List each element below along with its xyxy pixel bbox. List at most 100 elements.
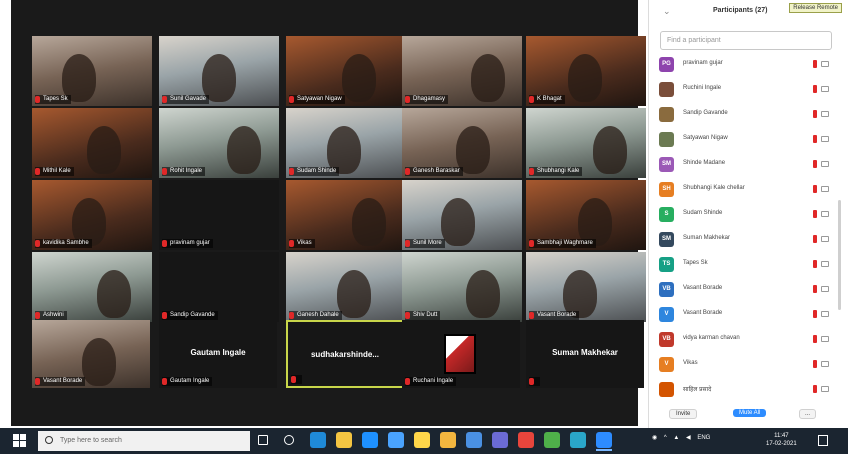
video-tile[interactable]: Sambhaji Waghmare	[526, 180, 646, 250]
muted-mic-icon[interactable]	[813, 385, 817, 393]
collapse-chevron-icon[interactable]: ⌄	[663, 6, 671, 17]
video-tile[interactable]: Mithil Kale	[32, 108, 152, 178]
muted-mic-icon[interactable]	[813, 160, 817, 168]
video-camera-icon[interactable]	[821, 286, 829, 292]
participant-row[interactable]: Satyawan Nigaw	[657, 129, 837, 154]
video-tile[interactable]: Sunil Gavade	[159, 36, 279, 106]
muted-mic-icon[interactable]	[813, 285, 817, 293]
muted-mic-icon[interactable]	[813, 60, 817, 68]
video-tile[interactable]: Vasant Borade	[32, 320, 150, 388]
folder-icon[interactable]	[440, 432, 456, 448]
participant-row[interactable]: V Vikas	[657, 354, 837, 379]
participant-row[interactable]: SH Shubhangi Kale chellar	[657, 179, 837, 204]
video-camera-icon[interactable]	[821, 186, 829, 192]
app-icon[interactable]	[544, 432, 560, 448]
language-indicator[interactable]: ENG	[697, 435, 710, 441]
participant-row[interactable]: साहिल प्रसादे	[657, 379, 837, 404]
muted-mic-icon[interactable]	[813, 335, 817, 343]
notification-center-icon[interactable]	[818, 435, 828, 446]
video-camera-icon[interactable]	[821, 136, 829, 142]
video-camera-icon[interactable]	[821, 86, 829, 92]
video-tile[interactable]: kavidika Sambhe	[32, 180, 152, 250]
video-tile[interactable]: Vasant Borade	[526, 252, 646, 322]
video-tile[interactable]: Ashwini	[32, 252, 152, 322]
video-tile[interactable]: Ganesh Dahale	[286, 252, 406, 322]
video-tile[interactable]: Rohit Ingale	[159, 108, 279, 178]
video-tile[interactable]: Ruchani Ingale	[402, 320, 520, 388]
video-camera-icon[interactable]	[821, 236, 829, 242]
photos-icon[interactable]	[466, 432, 482, 448]
video-tile[interactable]: Tapes Sk	[32, 36, 152, 106]
participant-row[interactable]: Ruchini Ingale	[657, 79, 837, 104]
release-remote-button[interactable]: Release Remote	[789, 3, 842, 13]
teams-icon[interactable]	[492, 432, 508, 448]
task-view-icon[interactable]	[258, 435, 268, 445]
participant-row[interactable]: V Vasant Borade	[657, 304, 837, 329]
tray-chevron-icon[interactable]: ^	[664, 435, 667, 441]
taskbar-clock[interactable]: 11:47 17-02-2021	[766, 432, 797, 448]
chrome-icon[interactable]	[518, 432, 534, 448]
video-camera-icon[interactable]	[821, 211, 829, 217]
tile-name-label: Sambhaji Waghmare	[529, 239, 596, 248]
file-explorer-icon[interactable]	[336, 432, 352, 448]
video-tile[interactable]: Sandip Gavande	[159, 252, 279, 322]
muted-mic-icon[interactable]	[813, 135, 817, 143]
video-tile[interactable]: Gautam Ingale Gautam Ingale	[159, 320, 277, 388]
zoom-icon[interactable]	[596, 432, 612, 448]
video-tile[interactable]: Shiv Dutt	[402, 252, 522, 322]
volume-icon[interactable]: ◀	[686, 435, 691, 441]
participant-row[interactable]: SM Shinde Madane	[657, 154, 837, 179]
video-camera-icon[interactable]	[821, 336, 829, 342]
avatar	[659, 132, 674, 147]
video-tile[interactable]: Ganesh Baraskar	[402, 108, 522, 178]
video-tile[interactable]: Sunil More	[402, 180, 522, 250]
video-tile[interactable]: Suman Makhekar	[526, 320, 644, 388]
network-icon[interactable]: ▲	[673, 435, 679, 441]
video-tile[interactable]: sudhakarshinde...	[286, 320, 404, 388]
muted-mic-icon[interactable]	[813, 110, 817, 118]
participant-row[interactable]: PG pravinam gujar	[657, 54, 837, 79]
taskbar-search-input[interactable]: Type here to search	[38, 431, 250, 451]
muted-mic-icon[interactable]	[813, 260, 817, 268]
video-camera-icon[interactable]	[821, 361, 829, 367]
participant-row[interactable]: VB vidya karman chavan	[657, 329, 837, 354]
store-icon[interactable]	[362, 432, 378, 448]
mail-icon[interactable]	[414, 432, 430, 448]
muted-mic-icon[interactable]	[813, 185, 817, 193]
invite-button[interactable]: Invite	[669, 409, 698, 419]
dropbox-icon[interactable]	[388, 432, 404, 448]
participant-row[interactable]: S Sudam Shinde	[657, 204, 837, 229]
participant-row[interactable]: TS Tapes Sk	[657, 254, 837, 279]
participant-row[interactable]: Sandip Gavande	[657, 104, 837, 129]
participant-list-scrollbar[interactable]	[838, 200, 841, 310]
mute-all-button[interactable]: Mute All	[733, 409, 767, 417]
muted-mic-icon[interactable]	[813, 210, 817, 218]
more-options-button[interactable]: ...	[799, 409, 817, 419]
video-camera-icon[interactable]	[821, 386, 829, 392]
muted-mic-icon[interactable]	[813, 310, 817, 318]
video-camera-icon[interactable]	[821, 61, 829, 67]
muted-mic-icon[interactable]	[813, 235, 817, 243]
video-tile[interactable]: Shubhangi Kale	[526, 108, 646, 178]
video-camera-icon[interactable]	[821, 111, 829, 117]
video-camera-icon[interactable]	[821, 161, 829, 167]
muted-mic-icon[interactable]	[813, 360, 817, 368]
video-tile[interactable]: pravinam gujar	[159, 180, 279, 250]
video-tile[interactable]: Vikas	[286, 180, 406, 250]
windows-start-icon[interactable]	[13, 434, 27, 448]
participant-row[interactable]: VB Vasant Borade	[657, 279, 837, 304]
video-tile[interactable]: K Bhagat	[526, 36, 646, 106]
cortana-icon[interactable]	[284, 435, 294, 445]
edge-icon[interactable]	[310, 432, 326, 448]
participant-search-input[interactable]: Find a participant	[660, 31, 832, 50]
video-tile[interactable]: Dhagamasy	[402, 36, 522, 106]
paint-icon[interactable]	[570, 432, 586, 448]
muted-mic-icon[interactable]	[813, 85, 817, 93]
participant-row[interactable]: SM Suman Makhekar	[657, 229, 837, 254]
video-camera-icon[interactable]	[821, 311, 829, 317]
muted-mic-icon	[289, 96, 294, 103]
video-tile[interactable]: Sudam Shinde	[286, 108, 406, 178]
weather-icon[interactable]: ◉	[652, 435, 657, 441]
video-tile[interactable]: Satyawan Nigaw	[286, 36, 406, 106]
video-camera-icon[interactable]	[821, 261, 829, 267]
